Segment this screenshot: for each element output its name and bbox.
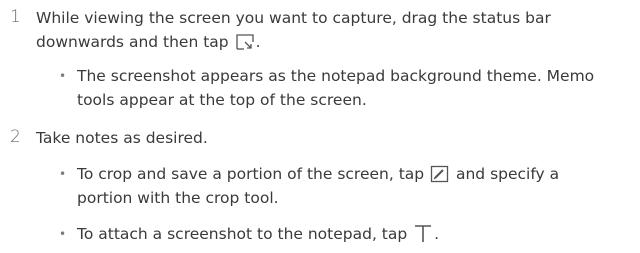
punctuation: .: [255, 33, 261, 51]
screen-capture-icon: [235, 33, 255, 57]
bullet-text: To crop and save a portion of the screen…: [77, 163, 559, 189]
step-text-line: While viewing the screen you want to cap…: [36, 9, 551, 27]
step-text: Take notes as desired.: [36, 129, 208, 147]
text-tool-icon: [413, 223, 433, 249]
bullet-mark: •: [59, 167, 67, 181]
bullet-mark: •: [59, 227, 67, 241]
bullet-text: To attach a screenshot to the notepad, t…: [77, 223, 439, 249]
instruction-page: 1 While viewing the screen you want to c…: [0, 0, 640, 253]
bullet-text-part: To crop and save a portion of the screen…: [77, 165, 425, 183]
step-text-line: downwards and then tap: [36, 33, 229, 51]
bullet-text-part: To attach a screenshot to the notepad, t…: [77, 225, 408, 243]
bullet-text: portion with the crop tool.: [77, 189, 279, 207]
bullet-mark: •: [59, 69, 67, 83]
step-number: 1: [10, 7, 21, 27]
step-number: 2: [10, 127, 21, 147]
step-text: downwards and then tap .: [36, 31, 261, 57]
step-text: While viewing the screen you want to cap…: [36, 7, 551, 29]
crop-icon: [430, 165, 450, 189]
bullet-text: The screenshot appears as the notepad ba…: [77, 67, 595, 85]
bullet-text-part: and specify a: [455, 165, 560, 183]
bullet-text: tools appear at the top of the screen.: [77, 91, 367, 109]
punctuation: .: [434, 225, 440, 243]
